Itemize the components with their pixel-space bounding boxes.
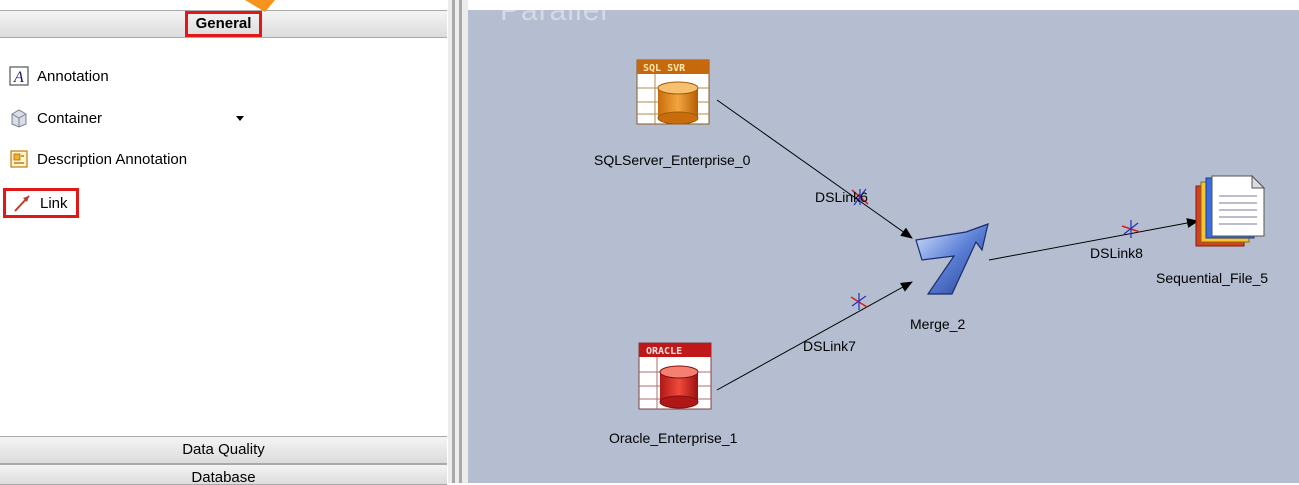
palette-item-label: Link (40, 194, 68, 212)
chevron-down-icon[interactable] (236, 116, 244, 121)
palette-item-label: Description Annotation (37, 150, 188, 168)
stage-label-sequential-file: Sequential_File_5 (1156, 270, 1269, 286)
canvas-graphics: SQL SVR ORACLE (636, 59, 1266, 410)
palette-item-container[interactable]: Container (9, 106, 102, 130)
container-icon (9, 108, 29, 128)
palette-item-annotation[interactable]: A Annotation (9, 64, 109, 88)
splitter-grip-right (459, 0, 462, 483)
stage-label-merge: Merge_2 (910, 316, 966, 332)
stage-label-oracle: Oracle_Enterprise_1 (609, 430, 738, 446)
panel-splitter[interactable] (448, 0, 468, 483)
link-label-dslink8: DSLink8 (1090, 245, 1143, 261)
palette-group-general[interactable]: General (0, 10, 447, 38)
svg-text:A: A (13, 69, 24, 86)
sequential-file-icon[interactable] (1195, 174, 1266, 247)
palette-group-database[interactable]: Database (0, 464, 447, 485)
banner-fragment (245, 0, 275, 12)
palette-item-label: Annotation (37, 67, 109, 85)
svg-text:ORACLE: ORACLE (646, 346, 682, 357)
sql-server-icon[interactable]: SQL SVR (636, 59, 710, 125)
annotation-icon: A (9, 66, 29, 86)
palette-group-data-quality[interactable]: Data Quality (0, 436, 447, 464)
palette-group-data-quality-label: Data Quality (182, 441, 265, 458)
oracle-icon[interactable]: ORACLE (638, 342, 712, 410)
link-dslink7[interactable] (716, 281, 913, 391)
palette-panel: General A Annotation Container Descripti… (0, 0, 449, 485)
link-dslink6[interactable] (716, 99, 913, 239)
palette-item-description-annotation[interactable]: Description Annotation (9, 147, 187, 171)
palette-item-link[interactable]: Link (3, 188, 79, 218)
link-dslink8-connector-icon (1121, 220, 1141, 238)
link-dslink7-connector-icon (850, 293, 868, 310)
splitter-grip-left (452, 0, 455, 483)
merge-icon[interactable] (915, 223, 989, 295)
link-icon (12, 193, 32, 213)
description-annotation-icon (9, 149, 29, 169)
stage-label-sqlserver: SQLServer_Enterprise_0 (594, 152, 751, 168)
job-design-canvas[interactable]: Parallel SQL SVR ORACLE SQLServer_Enterp… (468, 10, 1299, 483)
link-label-dslink7: DSLink7 (803, 338, 856, 354)
link-label-dslink6: DSLink6 (815, 189, 868, 205)
palette-item-label: Container (37, 109, 103, 127)
palette-group-general-label: General (184, 11, 263, 37)
svg-text:SQL SVR: SQL SVR (643, 63, 686, 74)
